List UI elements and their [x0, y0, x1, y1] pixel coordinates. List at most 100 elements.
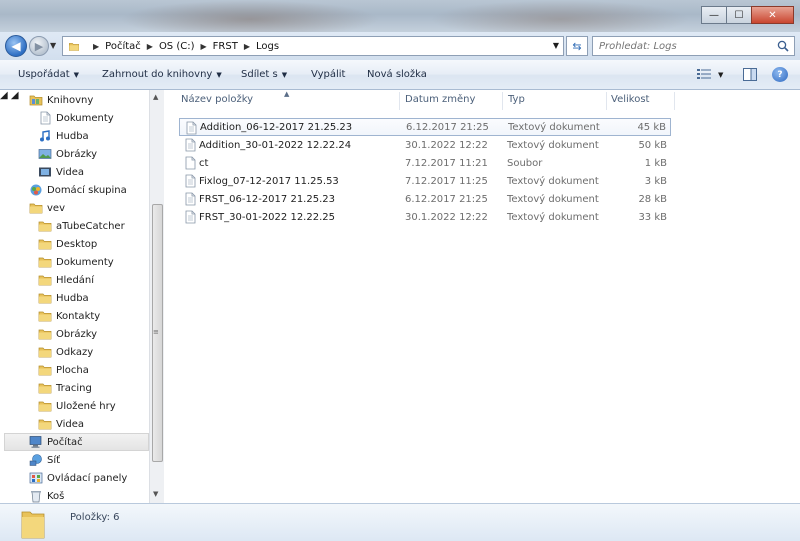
file-row[interactable]: ct 7.12.2017 11:21 Soubor 1 kB [179, 154, 671, 172]
nav-item-label: Obrázky [56, 148, 98, 160]
folder-icon [38, 255, 52, 269]
address-bar[interactable]: ▶ Počítač ▶ OS (C:) ▶ FRST ▶ Logs ▼ [62, 36, 564, 56]
breadcrumb-item[interactable]: FRST [213, 41, 238, 52]
file-name: FRST_30-01-2022 12.22.25 [199, 211, 335, 223]
folder-icon [38, 273, 52, 287]
scroll-down-arrow-icon[interactable]: ▼ [153, 490, 158, 498]
nav-item-libraries[interactable]: Knihovny [29, 91, 93, 109]
breadcrumb-item[interactable]: Logs [256, 41, 279, 52]
new-folder-label: Nová složka [367, 69, 427, 80]
nav-item-user-pictures[interactable]: Obrázky [38, 325, 97, 343]
file-type: Textový dokument [507, 211, 599, 223]
maximize-button[interactable]: ☐ [726, 6, 752, 24]
column-header-name[interactable]: Název položky [181, 94, 253, 105]
nav-item-saved-games[interactable]: Uložené hry [38, 397, 116, 415]
new-folder-button[interactable]: Nová složka [367, 69, 427, 80]
chevron-right-icon[interactable]: ▶ [201, 42, 207, 51]
chevron-down-icon[interactable]: ▼ [718, 71, 723, 79]
file-row[interactable]: Addition_06-12-2017 21.25.23 6.12.2017 2… [179, 118, 671, 136]
nav-item-label: Domácí skupina [47, 184, 127, 196]
chevron-right-icon[interactable]: ▶ [244, 42, 250, 51]
column-divider[interactable] [399, 92, 400, 110]
breadcrumb-item[interactable]: Počítač [105, 41, 141, 52]
file-row[interactable]: FRST_06-12-2017 21.25.23 6.12.2017 21:25… [179, 190, 671, 208]
nav-item-music[interactable]: Hudba [38, 127, 89, 145]
help-button[interactable]: ? [772, 67, 788, 82]
file-name: Addition_30-01-2022 12.22.24 [199, 139, 352, 151]
chevron-right-icon[interactable]: ▶ [147, 42, 153, 51]
nav-item-label: Dokumenty [56, 256, 114, 268]
help-icon: ? [777, 69, 783, 80]
minimize-button[interactable]: — [701, 6, 727, 24]
refresh-button[interactable]: ⇆ [566, 36, 588, 56]
search-box[interactable] [592, 36, 795, 56]
nav-item-label: Obrázky [56, 328, 98, 340]
folder-icon [38, 291, 52, 305]
file-row[interactable]: FRST_30-01-2022 12.22.25 30.1.2022 12:22… [179, 208, 671, 226]
arrow-right-icon: ▶ [34, 39, 44, 53]
chevron-down-icon[interactable]: ▼ [553, 41, 559, 50]
nav-item-searches[interactable]: Hledání [38, 271, 94, 289]
folder-icon [38, 237, 52, 251]
close-button[interactable]: ✕ [751, 6, 794, 24]
view-options-icon[interactable] [697, 68, 711, 80]
column-header-size[interactable]: Velikost [611, 94, 649, 105]
recent-pages-dropdown[interactable]: ▼ [50, 41, 56, 50]
file-name: FRST_06-12-2017 21.25.23 [199, 193, 335, 205]
scroll-up-arrow-icon[interactable]: ▲ [153, 93, 158, 101]
organize-label: Uspořádat [18, 69, 70, 80]
folder-icon [38, 381, 52, 395]
nav-item-user-music[interactable]: Hudba [38, 289, 89, 307]
nav-item-atubecatcher[interactable]: aTubeCatcher [38, 217, 125, 235]
folder-icon [38, 363, 52, 377]
nav-item-contacts[interactable]: Kontakty [38, 307, 100, 325]
window-titlebar[interactable]: — ☐ ✕ [0, 0, 800, 32]
column-header-date[interactable]: Datum změny [405, 94, 475, 105]
collapse-arrow-icon[interactable]: ◢ [11, 90, 19, 101]
burn-button[interactable]: Vypálit [311, 69, 345, 80]
back-button[interactable]: ◀ [5, 35, 27, 57]
file-type: Textový dokument [507, 193, 599, 205]
homegroup-icon [30, 184, 42, 196]
navigation-scrollbar[interactable]: ▲ ≡ ▼ [149, 90, 164, 503]
share-with-button[interactable]: Sdílet s ▼ [241, 69, 287, 80]
nav-item-label: Hudba [56, 130, 89, 142]
organize-button[interactable]: Uspořádat ▼ [18, 69, 79, 80]
column-divider[interactable] [674, 92, 675, 110]
nav-item-control-panel[interactable]: Ovládací panely [29, 469, 127, 487]
nav-item-videos[interactable]: Videa [38, 163, 84, 181]
nav-item-plocha[interactable]: Plocha [38, 361, 89, 379]
column-divider[interactable] [606, 92, 607, 110]
nav-item-links[interactable]: Odkazy [38, 343, 93, 361]
nav-item-user-vev[interactable]: vev [29, 199, 65, 217]
nav-item-computer[interactable]: Počítač [4, 433, 149, 451]
search-icon[interactable] [777, 40, 789, 52]
file-type: Textový dokument [507, 175, 599, 187]
preview-pane-icon[interactable] [743, 68, 757, 81]
nav-item-tracing[interactable]: Tracing [38, 379, 92, 397]
burn-label: Vypálit [311, 69, 346, 80]
include-in-library-button[interactable]: Zahrnout do knihovny ▼ [102, 69, 222, 80]
chevron-down-icon: ▼ [73, 71, 80, 79]
nav-item-user-documents[interactable]: Dokumenty [38, 253, 114, 271]
nav-item-label: aTubeCatcher [56, 220, 125, 232]
nav-item-homegroup[interactable]: Domácí skupina [29, 181, 127, 199]
file-row[interactable]: Fixlog_07-12-2017 11.25.53 7.12.2017 11:… [179, 172, 671, 190]
breadcrumb-item[interactable]: OS (C:) [159, 41, 195, 52]
chevron-right-icon[interactable]: ▶ [93, 42, 99, 51]
nav-item-pictures[interactable]: Obrázky [38, 145, 97, 163]
document-icon [183, 210, 197, 224]
blank-file-icon [183, 156, 197, 170]
file-name: Fixlog_07-12-2017 11.25.53 [199, 175, 339, 187]
nav-item-documents[interactable]: Dokumenty [38, 109, 114, 127]
forward-button[interactable]: ▶ [29, 36, 49, 56]
file-row[interactable]: Addition_30-01-2022 12.22.24 30.1.2022 1… [179, 136, 671, 154]
column-header-type[interactable]: Typ [508, 94, 525, 105]
search-input[interactable] [599, 40, 769, 52]
file-size: 28 kB [638, 193, 667, 205]
nav-item-desktop[interactable]: Desktop [38, 235, 97, 253]
collapse-arrow-icon[interactable]: ◢ [0, 90, 8, 101]
column-divider[interactable] [502, 92, 503, 110]
nav-item-user-videos[interactable]: Videa [38, 415, 84, 433]
nav-item-network[interactable]: Síť [29, 451, 60, 469]
